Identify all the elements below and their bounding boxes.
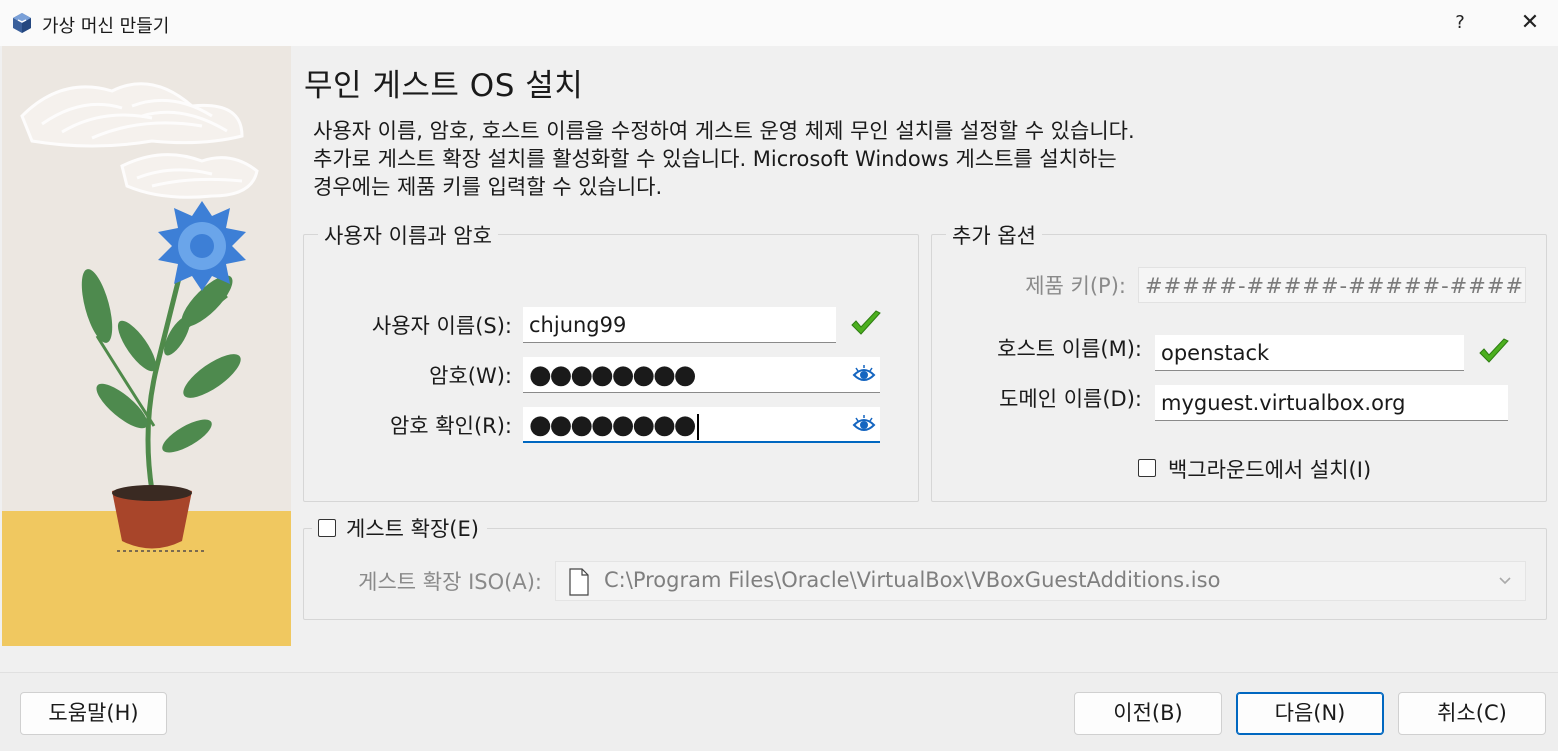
guest-additions-label: 게스트 확장(E) <box>346 517 479 541</box>
title-bar: 가상 머신 만들기 ? ✕ <box>0 0 1558 46</box>
page-title: 무인 게스트 OS 설치 <box>304 68 584 104</box>
description-line: 사용자 이름, 암호, 호스트 이름을 수정하여 게스트 운영 체제 무인 설치… <box>313 119 1135 143</box>
virtualbox-icon <box>13 13 31 33</box>
file-icon <box>569 568 589 596</box>
product-key-label: 제품 키(P): <box>1025 274 1126 298</box>
cancel-button[interactable]: 취소(C) <box>1398 692 1546 735</box>
guest-additions-iso-path: C:\Program Files\Oracle\VirtualBox\VBoxG… <box>604 568 1221 592</box>
username-input[interactable]: chjung99 <box>523 307 836 343</box>
password-input[interactable]: ●●●●●●●● <box>523 357 880 393</box>
background-install-checkbox[interactable] <box>1138 459 1156 477</box>
show-password-eye-icon[interactable] <box>852 364 876 386</box>
close-button[interactable]: ✕ <box>1508 6 1552 40</box>
next-button[interactable]: 다음(N) <box>1236 692 1384 735</box>
flower-pot-illustration <box>2 46 291 646</box>
password-confirm-input[interactable]: ●●●●●●●● <box>523 407 880 443</box>
button-bar: 도움말(H) 이전(B) 다음(N) 취소(C) <box>0 672 1558 751</box>
window-title: 가상 머신 만들기 <box>42 16 170 37</box>
text-cursor <box>696 414 699 440</box>
hostname-input[interactable]: openstack <box>1155 335 1464 371</box>
page-description: 사용자 이름, 암호, 호스트 이름을 수정하여 게스트 운영 체제 무인 설치… <box>313 117 1413 201</box>
domain-label: 도메인 이름(D): <box>999 387 1142 411</box>
show-password-confirm-eye-icon[interactable] <box>852 414 876 436</box>
extra-options-group-title: 추가 옵션 <box>946 220 1042 250</box>
password-label: 암호(W): <box>429 364 512 388</box>
credentials-group-title: 사용자 이름과 암호 <box>318 220 498 250</box>
password-confirm-mask: ●●●●●●●● <box>529 410 696 440</box>
help-button[interactable]: 도움말(H) <box>20 692 167 735</box>
guest-additions-checkbox[interactable] <box>318 519 336 537</box>
username-valid-check-icon <box>851 310 881 335</box>
description-line: 경우에는 제품 키를 입력할 수 있습니다. <box>313 175 663 199</box>
guest-additions-iso-select[interactable]: C:\Program Files\Oracle\VirtualBox\VBoxG… <box>555 561 1526 601</box>
help-title-button[interactable]: ? <box>1440 6 1480 40</box>
username-label: 사용자 이름(S): <box>371 314 512 338</box>
password-mask: ●●●●●●●● <box>529 360 696 390</box>
chevron-down-icon[interactable] <box>1497 572 1513 588</box>
hostname-label: 호스트 이름(M): <box>997 337 1142 361</box>
product-key-input[interactable]: #####-#####-#####-##### <box>1138 267 1526 303</box>
guest-additions-iso-label: 게스트 확장 ISO(A): <box>358 570 542 594</box>
wizard-illustration <box>2 46 291 646</box>
guest-additions-title[interactable]: 게스트 확장(E) <box>312 513 487 543</box>
hostname-valid-check-icon <box>1479 338 1509 363</box>
domain-input[interactable]: myguest.virtualbox.org <box>1155 385 1508 421</box>
back-button[interactable]: 이전(B) <box>1074 692 1222 735</box>
password-confirm-label: 암호 확인(R): <box>389 414 512 438</box>
background-install-label[interactable]: 백그라운드에서 설치(I) <box>1168 454 1371 484</box>
description-line: 추가로 게스트 확장 설치를 활성화할 수 있습니다. Microsoft Wi… <box>313 147 1117 171</box>
